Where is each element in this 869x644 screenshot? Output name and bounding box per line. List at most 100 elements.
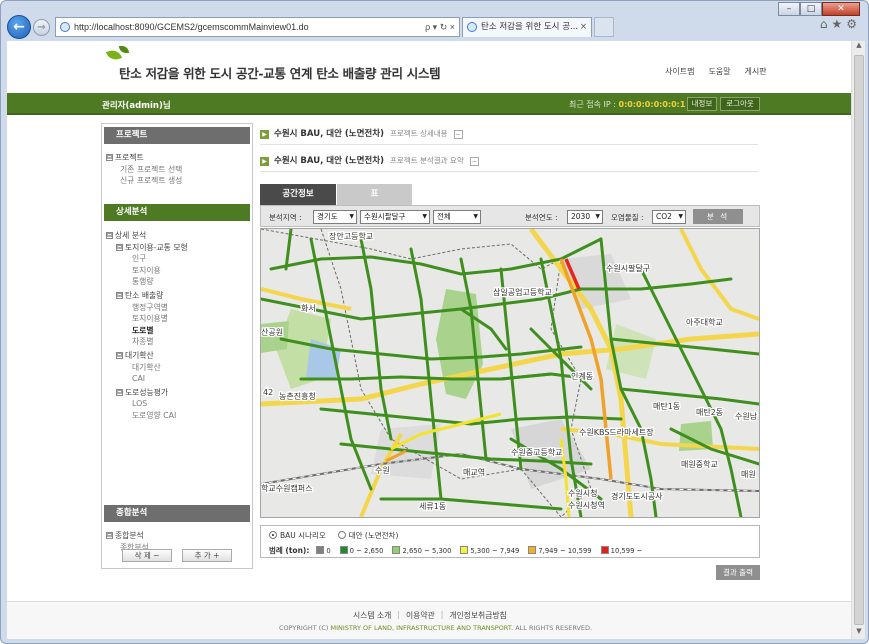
tree-item-road-cai[interactable]: 도로영향 CAI: [106, 410, 188, 422]
footer-link-terms[interactable]: 이용약관: [406, 610, 435, 621]
sitemap-link[interactable]: 사이트맵: [665, 66, 694, 77]
new-tab-button[interactable]: [594, 17, 614, 37]
address-bar[interactable]: http://localhost:8090/GCEMS2/gcemscommMa…: [55, 17, 460, 37]
browser-window: – □ ✕ ← → http://localhost:8090/GCEMS2/g…: [0, 0, 869, 644]
scroll-down-icon[interactable]: ▼: [852, 627, 866, 639]
tree-item-landuse-emission[interactable]: 토지이용별: [106, 313, 188, 325]
footer: 시스템 소개 | 이용약관 | 개인정보취급방침 COPYRIGHT (C) MIN…: [7, 601, 851, 639]
chevron-down-icon: ▼: [422, 213, 427, 220]
scenario-alt-option[interactable]: 대안 (노면전차): [337, 530, 398, 541]
year-select[interactable]: 2030 ▼: [567, 210, 603, 224]
pollutant-label: 오염물질 :: [611, 213, 644, 222]
add-button[interactable]: 추 가 +: [182, 549, 232, 562]
sidebar: 프로젝트 ⊟ 프로젝트 기존 프로젝트 선택 신규 프로젝트 생성 상세분석 ⊟ 상…: [101, 123, 253, 569]
tree-item-cai[interactable]: CAI: [106, 373, 188, 385]
legend-item: 0: [316, 546, 331, 555]
emission-map[interactable]: 장안고등학교 수원시팔달구 아주대학교 화서 산공원 농촌진흥청 수원 매교역 …: [260, 228, 760, 518]
expand-icon[interactable]: ⊟: [106, 154, 113, 161]
star-icon[interactable]: ★: [831, 17, 846, 31]
tab-table[interactable]: 표: [336, 184, 412, 205]
legend-swatch: [316, 546, 325, 554]
tab-spatial[interactable]: 공간정보: [260, 184, 336, 205]
legend-swatch: [528, 546, 537, 554]
site-title[interactable]: 탄소 저감을 위한 도시 공간-교통 연계 탄소 배출량 관리 시스템: [119, 63, 441, 82]
tree-summary-root[interactable]: ⊟ 종합분석: [106, 530, 149, 542]
gear-icon[interactable]: ⚙: [846, 17, 861, 31]
home-icon[interactable]: ⌂: [820, 17, 832, 31]
expand-icon[interactable]: ⊟: [116, 243, 123, 251]
tree-detail-root[interactable]: ⊟ 상세 분석: [106, 230, 188, 242]
tree-item-select-project[interactable]: 기존 프로젝트 선택: [106, 164, 182, 176]
tree-group-landuse[interactable]: ⊟ 토지이용-교통 모형: [106, 242, 188, 254]
map-label: 학교수원캠퍼스: [261, 483, 313, 493]
tree-item-road[interactable]: 도로별: [106, 325, 188, 337]
radio-icon[interactable]: [269, 531, 277, 539]
tree-group-road-perf[interactable]: ⊟ 도로성능평가: [106, 387, 188, 399]
district-select[interactable]: 전체 ▼: [433, 210, 481, 224]
map-label: 수원KBS드라마세트장: [579, 427, 654, 437]
tree-item-landuse[interactable]: 토지이용: [106, 265, 188, 277]
footer-link-privacy[interactable]: 개인정보취급방침: [449, 610, 506, 621]
expand-icon[interactable]: ⊟: [116, 291, 123, 299]
scroll-thumb[interactable]: [854, 55, 864, 625]
year-label: 분석연도 :: [525, 213, 558, 222]
analyze-button[interactable]: 분 석: [693, 209, 743, 224]
expand-icon[interactable]: ⊟: [106, 532, 113, 539]
project-desc: 프로젝트 분석결과 요약: [389, 156, 464, 165]
tree-item-new-project[interactable]: 신규 프로젝트 생성: [106, 175, 182, 187]
map-label: 매원중학교: [681, 459, 718, 469]
logo-leaf-small-icon: [119, 46, 129, 53]
map-label: 장안고등학교: [329, 231, 373, 241]
view-tabs: 공간정보 표: [260, 184, 412, 205]
browser-navbar: ← → http://localhost:8090/GCEMS2/gcemsco…: [5, 13, 865, 41]
project-row[interactable]: ▶ 수원시 BAU, 대안 (노면전차) 프로젝트 분석결과 요약 −: [260, 152, 758, 172]
expand-icon[interactable]: ⊟: [116, 388, 123, 396]
province-select[interactable]: 경기도 ▼: [313, 210, 357, 224]
back-button[interactable]: ←: [7, 15, 31, 39]
logout-button[interactable]: 로그아웃: [720, 97, 760, 111]
radio-icon[interactable]: [337, 531, 346, 539]
footer-link-about[interactable]: 시스템 소개: [353, 610, 391, 621]
tree-item-traffic[interactable]: 통행량: [106, 276, 188, 288]
legend-row: 범례 (ton): 0 0 ~ 2,650 2,650 ~ 5,300 5,30…: [269, 545, 642, 556]
tree-group-dispersion[interactable]: ⊟ 대기확산: [106, 350, 188, 362]
pollutant-select[interactable]: CO2 ▼: [652, 210, 686, 224]
collapse-button[interactable]: −: [453, 130, 463, 139]
map-canvas[interactable]: 장안고등학교 수원시팔달구 아주대학교 화서 산공원 농촌진흥청 수원 매교역 …: [261, 229, 759, 517]
map-label: 수원시팔달구: [606, 263, 650, 273]
result-output-button[interactable]: 결과 출력: [716, 565, 760, 580]
address-tools[interactable]: ρ ▾ ↻ ×: [425, 18, 455, 36]
delete-button[interactable]: 삭 제 −: [122, 549, 172, 562]
tree-item-population[interactable]: 인구: [106, 253, 188, 265]
myinfo-button[interactable]: 내정보: [687, 97, 717, 111]
map-label: 삼일공업고등학교: [493, 287, 552, 297]
ip-label: 최근 접속 IP :: [569, 100, 616, 109]
tree-item-admin-area[interactable]: 행정구역별: [106, 302, 188, 314]
map-label: 농촌진흥청: [279, 391, 316, 401]
tree-item-los[interactable]: LOS: [106, 398, 188, 410]
collapse-button[interactable]: −: [469, 157, 479, 166]
window-titlebar: – □ ✕: [1, 1, 868, 16]
help-link[interactable]: 도움말: [708, 66, 730, 77]
page-icon: [60, 22, 70, 32]
tab-close-icon[interactable]: ×: [580, 18, 587, 36]
tree-group-emission[interactable]: ⊟ 탄소 배출량: [106, 290, 188, 302]
chevron-down-icon: ▼: [595, 213, 600, 220]
city-select[interactable]: 수원시팔달구 ▼: [360, 210, 430, 224]
tree-item-vehicle[interactable]: 차종별: [106, 336, 188, 348]
vertical-scrollbar[interactable]: ▲ ▼: [851, 41, 865, 639]
browser-tab[interactable]: 탄소 저감을 위한 도시 공... ×: [462, 17, 592, 37]
project-row[interactable]: ▶ 수원시 BAU, 대안 (노면전차) 프로젝트 상세내용 −: [260, 125, 758, 145]
scroll-up-icon[interactable]: ▲: [852, 41, 866, 53]
map-label: 매원: [741, 470, 756, 479]
tree-project-root[interactable]: ⊟ 프로젝트: [106, 152, 182, 164]
map-label: 매탄1동: [653, 401, 680, 411]
scenario-bau-option[interactable]: BAU 시나리오: [269, 530, 326, 541]
map-label: 화서: [301, 304, 316, 313]
tree-item-dispersion[interactable]: 대기확산: [106, 362, 188, 374]
board-link[interactable]: 게시판: [745, 66, 767, 77]
expand-icon[interactable]: ⊟: [116, 351, 123, 359]
forward-button[interactable]: →: [33, 19, 50, 36]
address-url: http://localhost:8090/GCEMS2/gcemscommMa…: [74, 22, 309, 32]
expand-icon[interactable]: ⊟: [106, 232, 113, 239]
